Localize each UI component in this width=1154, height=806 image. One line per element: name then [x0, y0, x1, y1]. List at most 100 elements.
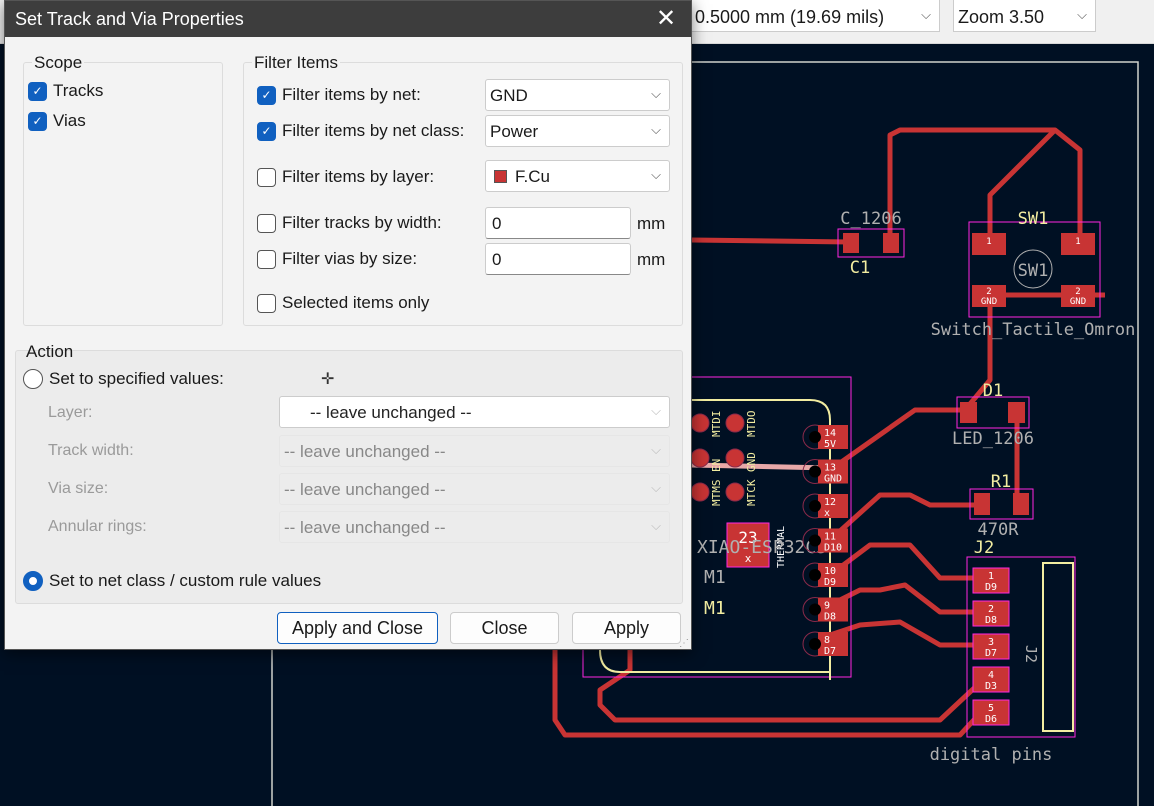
sw1-fab: SW1 — [1018, 261, 1049, 281]
netclass-select[interactable]: Power ⌵ — [485, 115, 670, 147]
filter-layer-label: Filter items by layer: — [282, 167, 435, 186]
chevron-down-icon: ⌵ — [651, 480, 661, 495]
annular-action-select[interactable]: -- leave unchanged -- ⌵ — [279, 511, 670, 543]
layer-filter-select[interactable]: F.Cu ⌵ — [485, 160, 670, 192]
set-track-via-dialog: Set Track and Via Properties ✕ Scope ✓ Tr… — [4, 0, 692, 650]
jtag-pad — [725, 482, 745, 502]
checkbox-box — [257, 213, 276, 233]
layer-color-swatch — [494, 170, 507, 183]
checkbox-box — [257, 293, 276, 313]
filter-via-size-checkbox[interactable]: Filter vias by size: — [257, 249, 417, 269]
jtag-pad — [725, 413, 745, 433]
r1-ref: R1 — [991, 472, 1011, 492]
apply-and-close-button[interactable]: Apply and Close — [277, 612, 438, 644]
selected-only-checkbox[interactable]: Selected items only — [257, 293, 429, 313]
jtag-label: EN — [710, 459, 723, 472]
m1-pad-number: 11 — [824, 532, 836, 543]
j2-fab: J2 — [1022, 645, 1040, 663]
zoom-value: Zoom 3.50 — [958, 7, 1045, 27]
jtag-pad — [690, 413, 710, 433]
layer-label: Layer: — [48, 404, 93, 421]
m1-pad-net: 5V — [824, 439, 836, 450]
tracks-checkbox[interactable]: ✓ Tracks — [28, 81, 103, 101]
m1-pad-hole — [809, 500, 821, 512]
filter-width-label: Filter tracks by width: — [282, 213, 442, 232]
j2-pad-number: 1 — [988, 571, 994, 582]
chevron-down-icon: ⌵ — [651, 86, 661, 101]
m1-pad-hole — [809, 638, 821, 650]
dialog-titlebar[interactable]: Set Track and Via Properties ✕ — [5, 1, 691, 37]
netclass-values-radio[interactable]: Set to net class / custom rule values — [23, 571, 321, 591]
checkmark-icon: ✓ — [28, 81, 47, 101]
zoom-select[interactable]: Zoom 3.50 ⌵ — [953, 0, 1096, 32]
j2-pad-number: 3 — [988, 637, 994, 648]
apply-button[interactable]: Apply — [572, 612, 681, 644]
layer-value: -- leave unchanged -- — [310, 403, 472, 422]
track-width-value: 0.5000 mm (19.69 mils) — [695, 7, 885, 27]
c1-ref: C1 — [850, 258, 870, 278]
m1-ref: M1 — [704, 598, 726, 619]
filter-layer-checkbox[interactable]: Filter items by layer: — [257, 167, 434, 187]
sw-pad-number: 2 — [1075, 287, 1080, 297]
dialog-title: Set Track and Via Properties — [15, 9, 244, 29]
close-icon[interactable]: ✕ — [651, 4, 681, 33]
action-title: Action — [26, 342, 74, 361]
specified-values-label: Set to specified values: — [49, 369, 224, 388]
j2-pad-net: D7 — [985, 648, 997, 659]
j2-value: digital pins — [930, 745, 1053, 765]
m1-pad-number: 8 — [824, 635, 830, 646]
m1-pad-hole — [809, 431, 821, 443]
via-size-action-select[interactable]: -- leave unchanged -- ⌵ — [279, 473, 670, 505]
track-width-label: Track width: — [48, 442, 134, 459]
m1-pad-net: D9 — [824, 577, 836, 588]
j2-pad-net: D3 — [985, 681, 997, 692]
via-size-unit: mm — [637, 250, 666, 269]
annular-action-value: -- leave unchanged -- — [284, 518, 446, 537]
track-width-filter-input[interactable]: 0 — [485, 207, 631, 239]
jtag-pad — [690, 482, 710, 502]
resize-grip-icon[interactable]: ⋰ — [679, 638, 689, 649]
filter-net-checkbox[interactable]: ✓ Filter items by net: — [257, 85, 421, 105]
width-unit: mm — [637, 214, 666, 233]
jtag-label: GND — [745, 452, 758, 472]
checkbox-box — [257, 167, 276, 187]
m1-pad-net: D10 — [824, 543, 842, 554]
vias-checkbox[interactable]: ✓ Vias — [28, 111, 86, 131]
filter-netclass-checkbox[interactable]: ✓ Filter items by net class: — [257, 121, 464, 141]
m1-pad-hole — [809, 534, 821, 547]
filter-width-checkbox[interactable]: Filter tracks by width: — [257, 213, 442, 233]
m1-pad-net: D7 — [824, 646, 836, 657]
layer-select[interactable]: -- leave unchanged -- ⌵ — [279, 396, 670, 428]
jtag-label: MTMS — [710, 480, 723, 507]
radio-circle — [23, 571, 43, 591]
footprint-c1: C_1206 C1 — [837, 209, 905, 278]
net-select[interactable]: GND ⌵ — [485, 79, 670, 111]
filter-title: Filter Items — [252, 53, 341, 73]
j2-pad-number: 2 — [988, 604, 994, 615]
via-size-label: Via size: — [48, 480, 109, 497]
track-width-select[interactable]: 0.5000 mm (19.69 mils) ⌵ — [690, 0, 940, 32]
checkmark-icon: ✓ — [257, 85, 276, 105]
jtag-pad — [690, 448, 710, 468]
net-value: GND — [490, 86, 528, 105]
jtag-label: MTDO — [745, 411, 758, 438]
sw-pad-net: GND — [981, 297, 997, 307]
j2-pad-net: D8 — [985, 615, 997, 626]
d1-value: LED_1206 — [952, 429, 1034, 449]
via-size-filter-input[interactable]: 0 — [485, 243, 631, 275]
j2-pad-net: D6 — [985, 714, 997, 725]
sw1-value: Switch_Tactile_Omron — [931, 320, 1136, 340]
c1-value: C_1206 — [840, 209, 901, 229]
jtag-label: MTDI — [710, 411, 723, 438]
specified-values-radio[interactable]: Set to specified values: — [23, 369, 224, 389]
filter-netclass-label: Filter items by net class: — [282, 121, 465, 140]
annular-label: Annular rings: — [48, 518, 147, 535]
m1-pad-hole — [809, 603, 821, 616]
track-width-action-select[interactable]: -- leave unchanged -- ⌵ — [279, 435, 670, 467]
close-button[interactable]: Close — [450, 612, 559, 644]
m1-pad-net: GND — [824, 474, 842, 485]
m1-pad-net: x — [824, 508, 830, 519]
checkmark-icon: ✓ — [257, 121, 276, 141]
chevron-down-icon: ⌵ — [651, 518, 661, 533]
chevron-down-icon: ⌵ — [651, 167, 661, 182]
